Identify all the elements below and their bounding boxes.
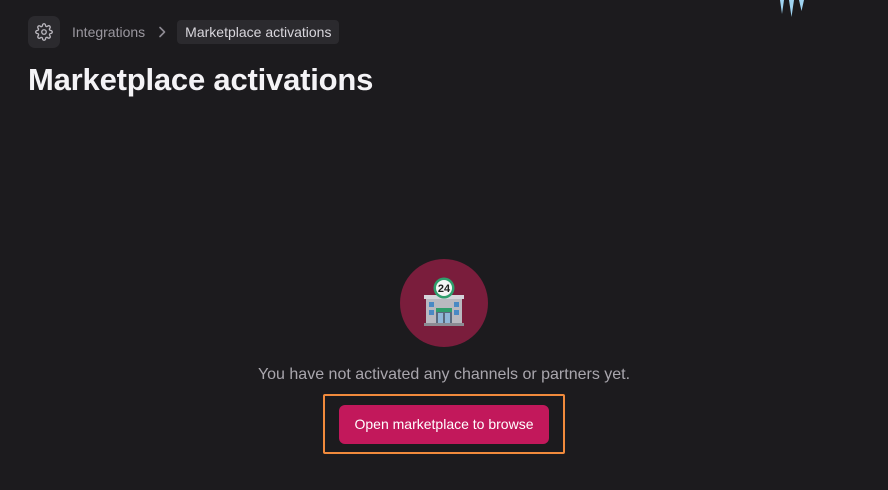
empty-state: 24 You have not activated any channels o… (0, 259, 888, 454)
sign-badge: 24 (438, 283, 451, 295)
convenience-store-24-icon: 24 (400, 259, 488, 347)
page-title: Marketplace activations (28, 62, 374, 97)
decorative-graphic (780, 0, 804, 17)
breadcrumb: Integrations Marketplace activations (28, 15, 340, 48)
settings-button[interactable] (28, 15, 60, 48)
breadcrumb-current: Marketplace activations (177, 19, 340, 44)
breadcrumb-integrations-link[interactable]: Integrations (72, 24, 145, 40)
focus-outline: Open marketplace to browse (323, 394, 565, 454)
chevron-right-icon (157, 26, 167, 38)
empty-state-message: You have not activated any channels or p… (257, 366, 631, 383)
gear-icon (35, 22, 53, 41)
open-marketplace-button[interactable]: Open marketplace to browse (338, 404, 550, 444)
